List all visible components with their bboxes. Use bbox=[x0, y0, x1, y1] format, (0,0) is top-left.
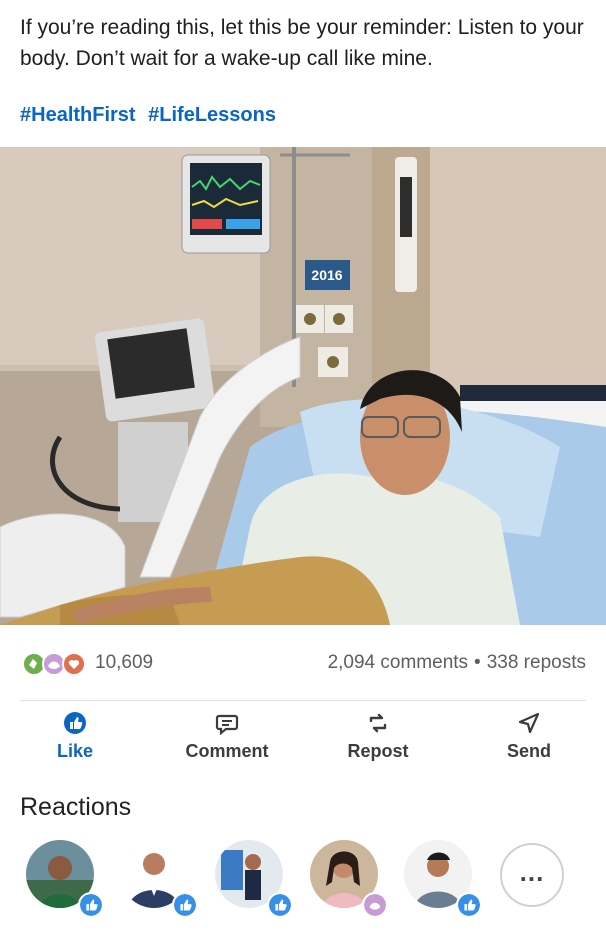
reactor-avatar-2[interactable] bbox=[120, 840, 198, 918]
reactor-avatar-1[interactable] bbox=[26, 840, 104, 918]
reaction-count[interactable]: 10,609 bbox=[95, 652, 153, 674]
comments-count[interactable]: 2,094 comments bbox=[328, 652, 468, 673]
reaction-icons[interactable] bbox=[22, 652, 88, 676]
like-badge-icon bbox=[172, 892, 198, 918]
hospital-bed-photo: 2016 bbox=[0, 147, 606, 625]
repost-button[interactable]: Repost bbox=[318, 708, 438, 762]
like-badge-icon bbox=[78, 892, 104, 918]
like-badge-icon bbox=[456, 892, 482, 918]
divider bbox=[20, 700, 586, 701]
comment-repost-counts: 2,094 comments • 338 reposts bbox=[328, 652, 586, 674]
hashtags: #HealthFirst #LifeLessons bbox=[20, 104, 283, 127]
like-button[interactable]: Like bbox=[15, 708, 135, 762]
comment-label: Comment bbox=[185, 741, 269, 761]
reposts-count[interactable]: 338 reposts bbox=[487, 652, 586, 673]
reactor-avatar-3[interactable] bbox=[215, 840, 293, 918]
reactor-avatar-4[interactable] bbox=[310, 840, 388, 918]
thumbs-up-icon bbox=[64, 712, 86, 734]
like-badge-icon bbox=[267, 892, 293, 918]
hashtag-healthfirst[interactable]: #HealthFirst bbox=[20, 104, 136, 126]
comment-button[interactable]: Comment bbox=[167, 708, 287, 762]
reactions-avatars: ... bbox=[0, 840, 606, 920]
comment-icon bbox=[215, 714, 239, 735]
social-counts: 10,609 2,094 comments • 338 reposts bbox=[0, 648, 606, 680]
hashtag-lifelessons[interactable]: #LifeLessons bbox=[148, 104, 276, 126]
separator-dot: • bbox=[474, 652, 481, 673]
post-body: If you’re reading this, let this be your… bbox=[20, 16, 584, 70]
post-photo[interactable]: 2016 bbox=[0, 147, 606, 625]
send-label: Send bbox=[506, 741, 551, 761]
reactor-avatar-5[interactable] bbox=[404, 840, 482, 918]
action-bar: Like Comment Repost Send bbox=[0, 708, 606, 772]
more-reactions-button[interactable]: ... bbox=[500, 843, 564, 907]
reactions-title: Reactions bbox=[20, 793, 132, 821]
like-label: Like bbox=[56, 741, 94, 761]
send-button[interactable]: Send bbox=[469, 708, 589, 762]
support-badge-icon bbox=[362, 892, 388, 918]
repost-icon bbox=[369, 713, 387, 733]
send-icon bbox=[518, 712, 540, 734]
repost-label: Repost bbox=[347, 741, 409, 761]
wall-tag-text: 2016 bbox=[311, 267, 342, 283]
